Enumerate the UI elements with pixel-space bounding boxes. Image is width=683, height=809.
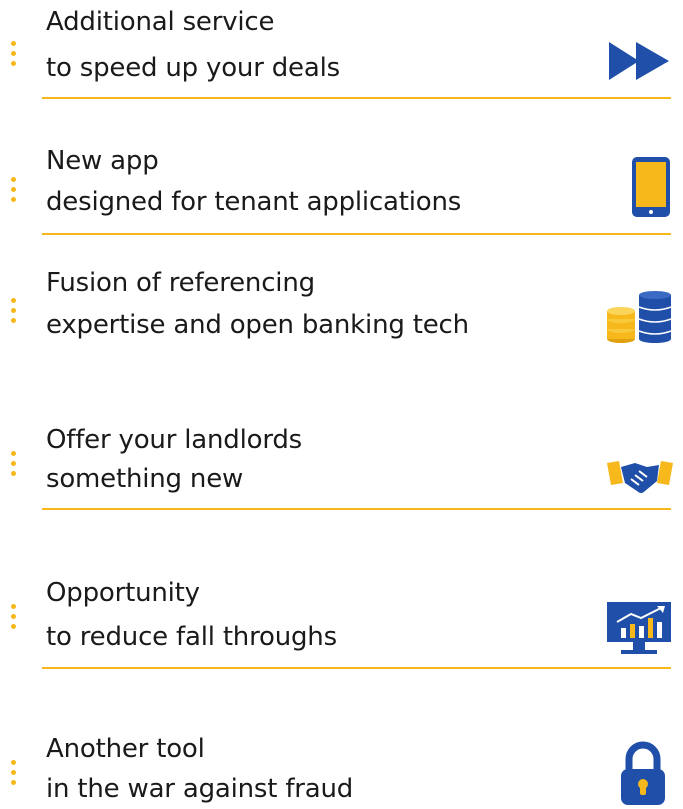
feature-subtitle: something new [46,464,244,494]
divider [42,667,671,669]
tablet-icon [631,156,671,218]
divider [42,233,671,235]
feature-subtitle: in the war against fraud [46,774,354,804]
feature-subtitle: expertise and open banking tech [46,310,469,340]
bullet-dots [11,177,17,202]
feature-title: Additional service [46,7,275,37]
divider [42,508,671,510]
bullet-dots [11,604,17,629]
handshake-icon [607,457,673,497]
feature-title: Another tool [46,734,205,764]
feature-subtitle: to speed up your deals [46,53,340,83]
coins-stack-icon [605,289,673,345]
bullet-dots [11,760,17,785]
bullet-dots [11,298,17,323]
bullet-dots [11,451,17,476]
feature-title: Offer your landlords [46,425,303,455]
bullet-dots [11,41,17,66]
padlock-icon [619,741,667,807]
growth-chart-monitor-icon [605,600,673,656]
feature-title: New app [46,146,159,176]
feature-subtitle: to reduce fall throughs [46,622,337,652]
feature-subtitle: designed for tenant applications [46,187,462,217]
fast-forward-icon [609,42,671,80]
divider [42,97,671,99]
feature-title: Opportunity [46,578,200,608]
feature-title: Fusion of referencing [46,268,315,298]
